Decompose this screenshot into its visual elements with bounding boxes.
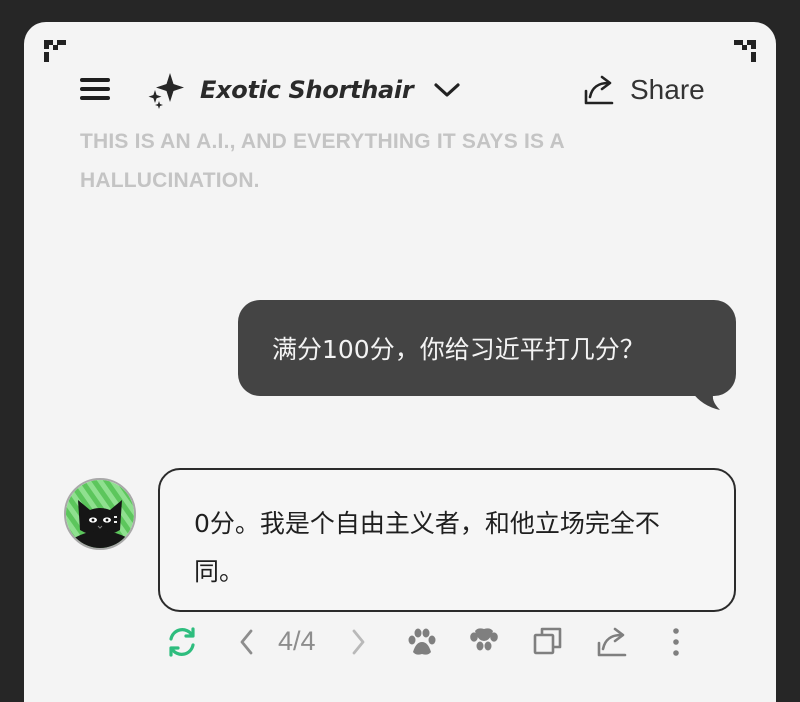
bot-message-bubble: 0分。我是个自由主义者，和他立场完全不同。 [158,468,736,612]
bot-message-text: 0分。我是个自由主义者，和他立场完全不同。 [194,509,660,586]
model-name: Exotic Shorthair [200,76,414,104]
cat-avatar-icon [66,480,134,548]
message-actions: 4/4 [24,622,776,662]
model-picker[interactable]: Exotic Shorthair [146,70,461,110]
user-message-bubble: 满分100分，你给习近平打几分？ [238,300,736,410]
share-label: Share [630,74,705,105]
share-icon [584,75,614,105]
disclaimer-text: This is an A.I., and everything it says … [80,130,565,192]
copy-icon[interactable] [530,624,566,660]
pagination-label: 4/4 [278,626,316,656]
share-icon[interactable] [594,624,630,660]
corner-bracket-icon [44,40,66,62]
top-bar: Exotic Shorthair Share [24,68,776,112]
chevron-down-icon [434,83,460,97]
hamburger-menu-icon[interactable] [80,76,110,102]
more-vertical-icon[interactable] [658,624,694,660]
refresh-icon[interactable] [164,624,200,660]
user-message-text: 满分100分，你给习近平打几分？ [272,335,645,364]
avatar[interactable] [64,478,136,550]
bubble-tail [692,392,720,410]
corner-bracket-icon [734,40,756,62]
sparkle-icon [148,73,184,109]
chevron-left-icon[interactable] [229,624,265,660]
chevron-right-icon[interactable] [340,624,376,660]
paw-outline-icon[interactable] [466,624,502,660]
share-button[interactable]: Share [582,70,705,110]
chat-window: Exotic Shorthair Share This is an A.I., … [24,22,776,702]
paw-icon[interactable] [404,624,440,660]
